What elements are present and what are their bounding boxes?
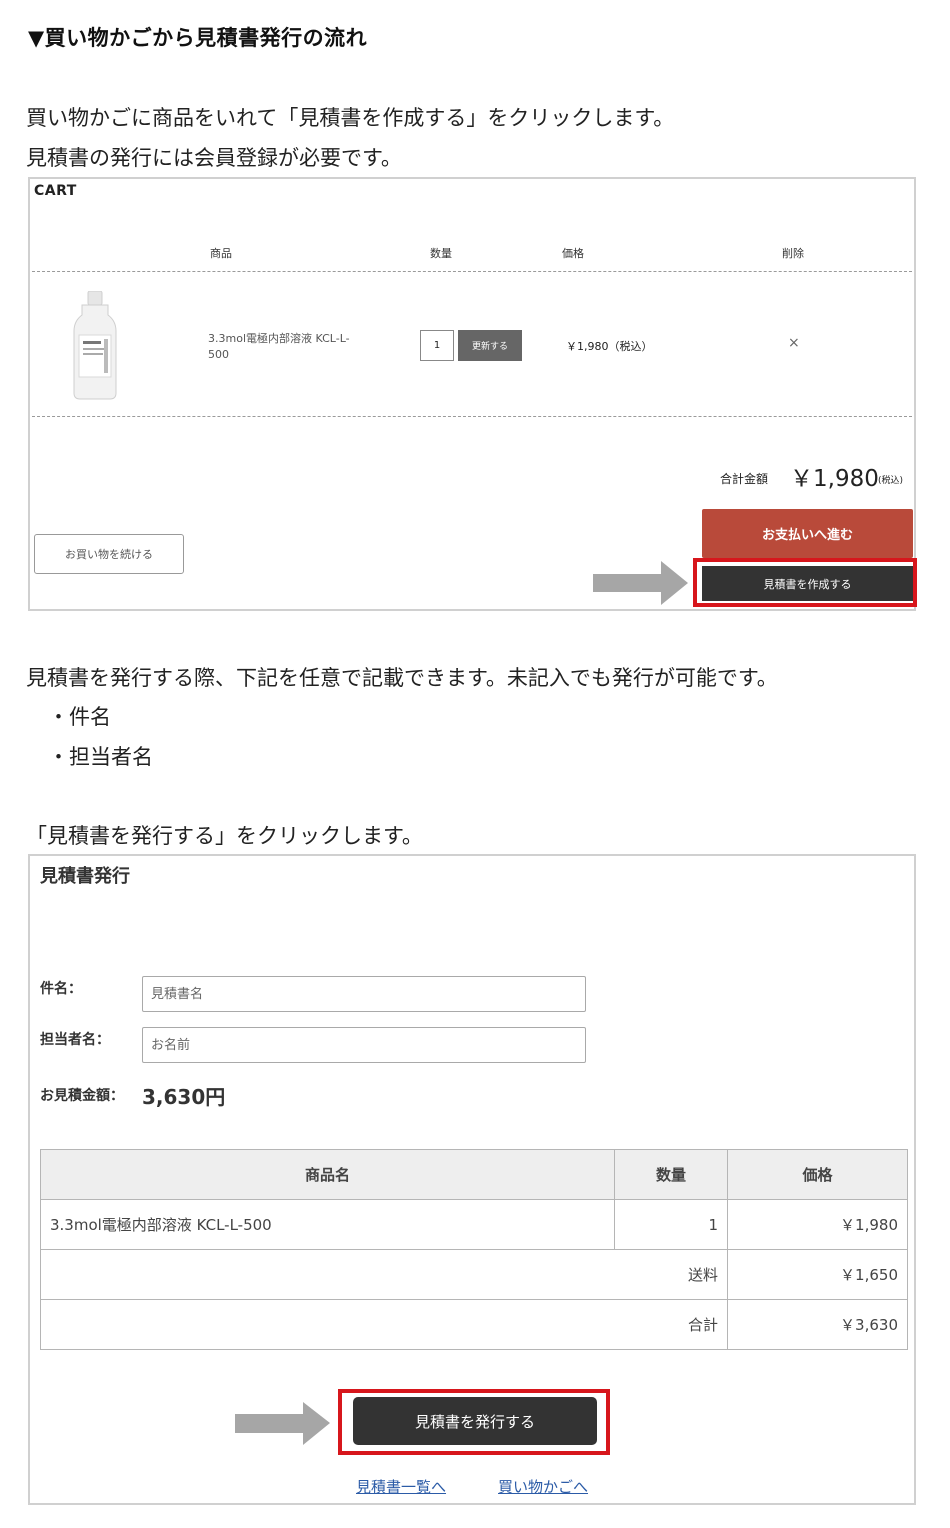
highlight-frame <box>338 1389 610 1455</box>
product-bottle-image <box>73 291 117 400</box>
table-header-row: 商品名 数量 価格 <box>40 1149 908 1200</box>
col-header-price: 価格 <box>562 247 584 260</box>
total-price: ￥3,630 <box>727 1299 908 1350</box>
intro-line-1: 買い物かごに商品をいれて「見積書を作成する」をクリックします。 <box>26 106 675 130</box>
cart-title: CART <box>34 183 77 199</box>
row-item-quantity: 1 <box>614 1199 728 1250</box>
header-product-name: 商品名 <box>40 1149 615 1200</box>
col-header-product: 商品 <box>210 247 232 260</box>
subject-input[interactable] <box>142 976 586 1012</box>
person-label: 担当者名： <box>40 1032 110 1048</box>
cart-total-label: 合計金額 <box>720 472 769 486</box>
cart-panel: CART 商品 数量 価格 削除 3.3mol電極内部溶液 KCL-L-500 … <box>28 177 917 611</box>
pointer-arrow-icon <box>593 561 688 605</box>
divider-top <box>32 271 912 272</box>
estimate-amount-label: お見積金額： <box>40 1088 124 1104</box>
col-header-delete: 削除 <box>782 247 804 260</box>
person-name-input[interactable] <box>142 1027 586 1063</box>
shipping-label: 送料 <box>40 1249 728 1300</box>
shipping-price: ￥1,650 <box>727 1249 908 1300</box>
estimate-table: 商品名 数量 価格 3.3mol電極内部溶液 KCL-L-500 1 ￥1,98… <box>40 1149 908 1350</box>
total-label: 合計 <box>40 1299 728 1350</box>
checkout-button[interactable]: お支払いへ進む <box>702 509 913 558</box>
cart-total-amount: ￥1,980 <box>790 466 879 492</box>
middle-line-1: 見積書を発行する際、下記を任意で記載できます。未記入でも発行が可能です。 <box>26 666 778 690</box>
quote-panel: 見積書発行 件名： 担当者名： お見積金額： 3,630円 商品名 数量 価格 … <box>28 854 916 1505</box>
subject-label: 件名： <box>40 981 82 997</box>
header-quantity: 数量 <box>614 1149 728 1200</box>
cart-total-tax: (税込) <box>878 476 904 486</box>
shopping-cart-link[interactable]: 買い物かごへ <box>498 1476 588 1497</box>
header-price: 価格 <box>727 1149 908 1200</box>
divider-bottom <box>32 416 912 417</box>
highlight-frame <box>693 558 917 607</box>
click-instruction: 「見積書を発行する」をクリックします。 <box>26 824 423 848</box>
bullet-person: ・担当者名 <box>48 745 153 769</box>
estimate-list-link[interactable]: 見積書一覧へ <box>356 1476 446 1497</box>
table-row: 合計 ￥3,630 <box>40 1299 908 1350</box>
row-item-name: 3.3mol電極内部溶液 KCL-L-500 <box>40 1199 615 1250</box>
update-quantity-button[interactable]: 更新する <box>458 330 522 361</box>
continue-shopping-button[interactable]: お買い物を続ける <box>34 534 184 574</box>
table-row: 3.3mol電極内部溶液 KCL-L-500 1 ￥1,980 <box>40 1199 908 1250</box>
bullet-subject: ・件名 <box>48 705 111 729</box>
pointer-arrow-icon <box>235 1402 330 1445</box>
intro-line-2: 見積書の発行には会員登録が必要です。 <box>26 146 402 170</box>
row-item-price: ￥1,980 <box>727 1199 908 1250</box>
quote-title: 見積書発行 <box>40 866 130 887</box>
col-header-quantity: 数量 <box>430 247 452 260</box>
delete-item-icon[interactable]: × <box>788 335 800 351</box>
table-row: 送料 ￥1,650 <box>40 1249 908 1300</box>
cart-item-name: 3.3mol電極内部溶液 KCL-L-500 <box>208 332 350 361</box>
estimate-amount-value: 3,630円 <box>142 1085 226 1109</box>
cart-item-price: ￥1,980（税込） <box>566 340 653 353</box>
quantity-input[interactable]: 1 <box>420 330 454 361</box>
page-heading: ▼買い物かごから見積書発行の流れ <box>28 26 368 50</box>
